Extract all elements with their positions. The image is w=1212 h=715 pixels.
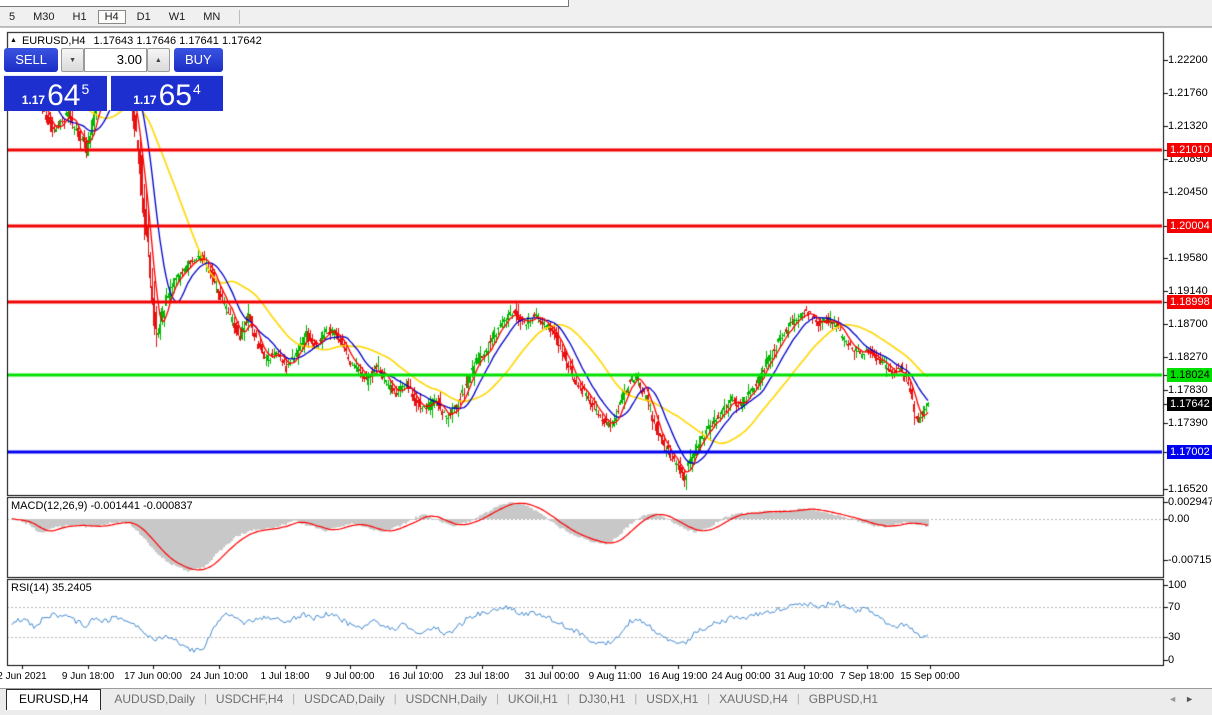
price-tick-label: 1.17390 bbox=[1168, 416, 1208, 430]
buy-price-pip: 4 bbox=[193, 81, 201, 97]
chart-tab-gbpusd[interactable]: GBPUSD,H1 bbox=[800, 689, 887, 709]
time-tick-label: 23 Jul 18:00 bbox=[442, 671, 522, 682]
rsi-tick-label: 30 bbox=[1168, 630, 1180, 644]
price-tick-label: 1.19580 bbox=[1168, 251, 1208, 265]
buy-price-display[interactable]: 1.17654 bbox=[111, 75, 223, 111]
volume-increase-button[interactable]: ▲ bbox=[147, 48, 170, 72]
chart-tab-ukoil[interactable]: UKOil,H1 bbox=[499, 689, 567, 709]
price-tick-label: 1.16520 bbox=[1168, 482, 1208, 496]
chart-header: ▲ EURUSD,H4 1.17643 1.17646 1.17641 1.1764… bbox=[10, 35, 262, 47]
macd-indicator-label: MACD(12,26,9) -0.001441 -0.000837 bbox=[11, 500, 193, 512]
collapse-panel-icon[interactable]: ▲ bbox=[10, 37, 17, 44]
level-price-label: 1.17002 bbox=[1167, 445, 1212, 459]
price-tick-label: 1.18700 bbox=[1168, 317, 1208, 331]
level-price-label: 1.21010 bbox=[1167, 143, 1212, 157]
buy-price-digits: 65 bbox=[159, 81, 192, 111]
rsi-indicator-label: RSI(14) 35.2405 bbox=[11, 582, 92, 594]
price-tick-label: 1.20450 bbox=[1168, 185, 1208, 199]
chart-tab-usdcad[interactable]: USDCAD,Daily bbox=[295, 689, 394, 709]
chart-tabs: EURUSD,H4AUDUSD,Daily|USDCHF,H4|USDCAD,D… bbox=[6, 689, 887, 709]
rsi-tick-label: 100 bbox=[1168, 578, 1186, 592]
current-price-label: 1.17642 bbox=[1167, 397, 1212, 411]
chart-tab-usdcnh[interactable]: USDCNH,Daily bbox=[397, 689, 496, 709]
level-price-label: 1.20004 bbox=[1167, 219, 1212, 233]
volume-decrease-button[interactable]: ▼ bbox=[61, 48, 84, 72]
chart-tab-audusd[interactable]: AUDUSD,Daily bbox=[105, 689, 204, 709]
one-click-trading-panel: SELL ▼ 3.00 ▲ BUY 1.17645 1.17654 bbox=[4, 48, 223, 110]
mt4-window: 5M30H1H4D1W1MN ▲EURUSD,H41.17643 1.17646… bbox=[0, 0, 1212, 714]
sell-price-digits: 64 bbox=[47, 81, 80, 111]
price-tick-label: 1.22200 bbox=[1168, 53, 1208, 67]
tab-scroll-right-icon[interactable]: ► bbox=[1185, 694, 1202, 704]
buy-price-prefix: 1.17 bbox=[133, 93, 156, 107]
macd-tick-label: -0.007151 bbox=[1168, 553, 1212, 567]
chart-tab-usdx[interactable]: USDX,H1 bbox=[637, 689, 707, 709]
trade-panel-prices: 1.17645 1.17654 bbox=[4, 75, 223, 110]
chart-tab-eurusd[interactable]: EURUSD,H4 bbox=[6, 689, 101, 710]
price-tick-label: 1.18270 bbox=[1168, 350, 1208, 364]
chart-tab-dj30[interactable]: DJ30,H1 bbox=[570, 689, 635, 709]
chevron-up-icon: ▲ bbox=[155, 57, 162, 64]
chevron-down-icon: ▼ bbox=[69, 57, 76, 64]
chart-tab-bar: EURUSD,H4AUDUSD,Daily|USDCHF,H4|USDCAD,D… bbox=[0, 688, 1212, 715]
price-tick-label: 1.21760 bbox=[1168, 86, 1208, 100]
price-tick-label: 1.21320 bbox=[1168, 119, 1208, 133]
sell-button[interactable]: SELL bbox=[4, 48, 58, 72]
buy-button[interactable]: BUY bbox=[174, 48, 223, 72]
trade-panel-controls: SELL ▼ 3.00 ▲ BUY bbox=[4, 48, 223, 72]
chart-tab-xauusd[interactable]: XAUUSD,H4 bbox=[710, 689, 797, 709]
sell-price-prefix: 1.17 bbox=[22, 93, 45, 107]
sell-price-pip: 5 bbox=[81, 81, 89, 97]
level-price-label: 1.18998 bbox=[1167, 295, 1212, 309]
level-price-label: 1.18024 bbox=[1167, 368, 1212, 382]
sell-price-display[interactable]: 1.17645 bbox=[4, 75, 107, 111]
price-tick-label: 1.17830 bbox=[1168, 383, 1208, 397]
volume-input[interactable]: 3.00 bbox=[84, 48, 147, 72]
rsi-tick-label: 70 bbox=[1168, 600, 1180, 614]
tab-scroll-arrows: ◄► bbox=[1168, 694, 1202, 704]
chart-tab-usdchf[interactable]: USDCHF,H4 bbox=[207, 689, 292, 709]
time-tick-label: 15 Sep 00:00 bbox=[890, 671, 970, 682]
macd-tick-label: 0.00 bbox=[1168, 512, 1189, 526]
macd-tick-label: 0.002947 bbox=[1168, 495, 1212, 509]
rsi-tick-label: 0 bbox=[1168, 653, 1174, 667]
chart-ohlc-values: 1.17643 1.17646 1.17641 1.17642 bbox=[94, 35, 262, 47]
chart-symbol-label: EURUSD,H4 bbox=[22, 35, 86, 47]
tab-scroll-left-icon[interactable]: ◄ bbox=[1168, 694, 1185, 704]
